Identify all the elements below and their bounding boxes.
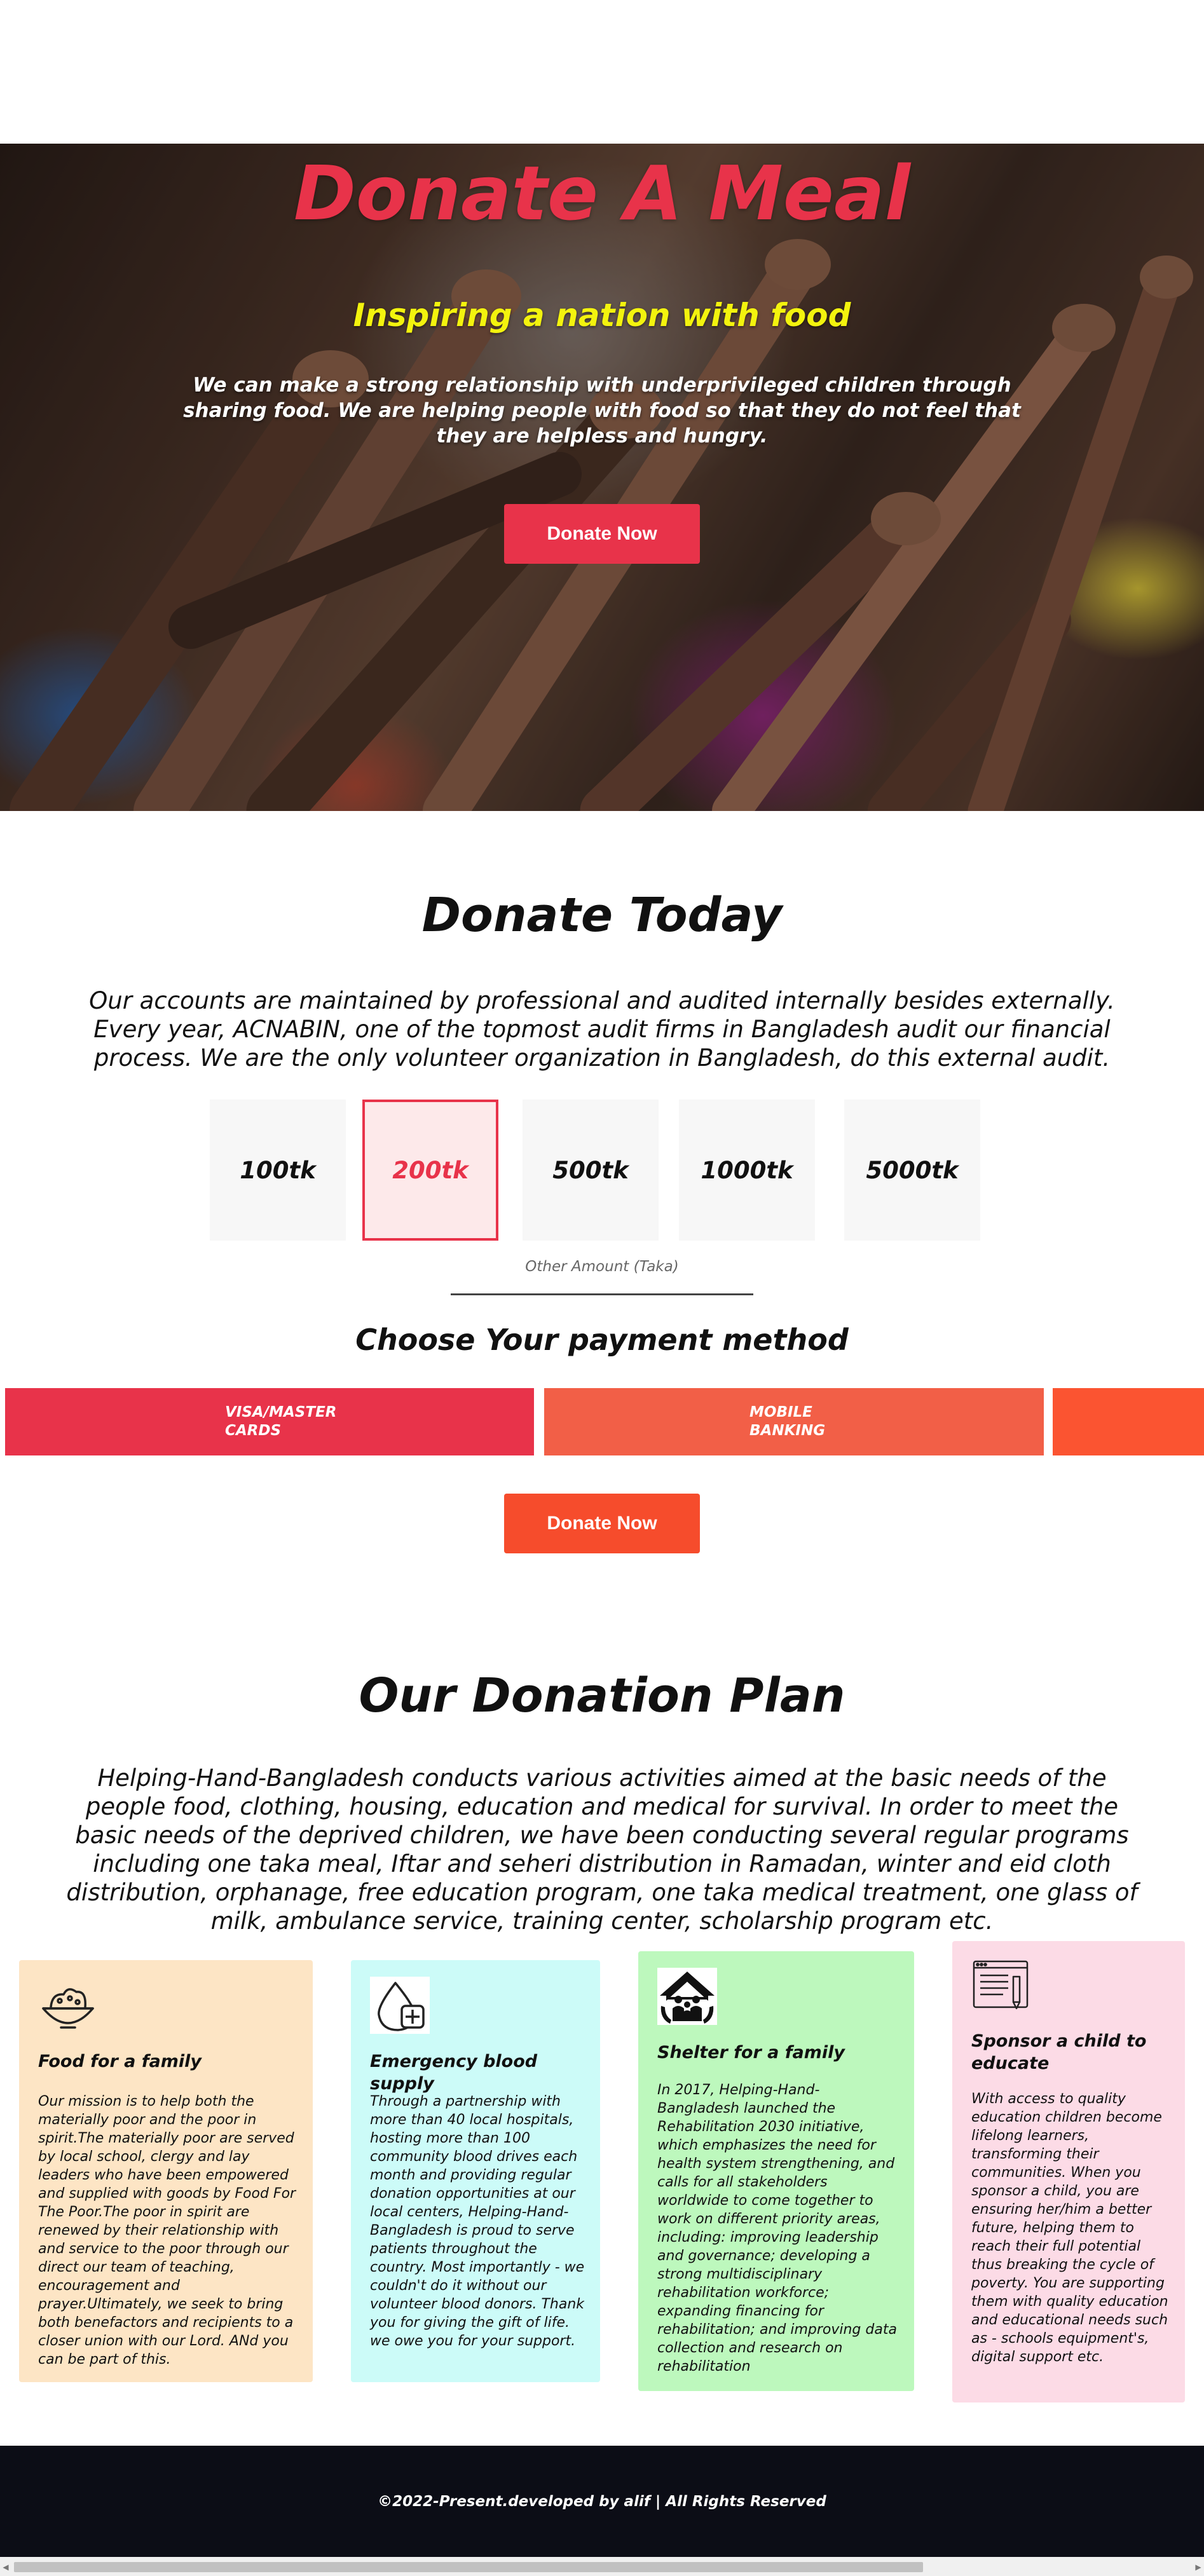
donate-today-text: Our accounts are maintained by professio… (89, 987, 1115, 1072)
scrollbar-thumb[interactable] (14, 2562, 923, 2572)
card-text: In 2017, Helping-Hand-Bangladesh launche… (657, 2082, 897, 2375)
amount-option-100[interactable]: 100tk (210, 1100, 346, 1241)
scroll-left-arrow-icon[interactable]: ◀ (1, 2562, 10, 2572)
card-sponsor-child: Sponsor a child to educate With access t… (952, 1941, 1185, 2402)
card-food-for-family: Food for a family Our mission is to help… (19, 1960, 313, 2382)
hero-title: Donate A Meal (293, 149, 911, 237)
card-text: With access to quality education childre… (971, 2091, 1168, 2365)
donate-today-title: Donate Today (421, 888, 783, 943)
hero-content: Donate A Meal Inspiring a nation with fo… (0, 144, 1204, 811)
card-title: Emergency blood supply (370, 2052, 538, 2094)
payment-visa-master-button[interactable]: VISA/MASTER CARDS (5, 1388, 534, 1455)
card-text: Through a partnership with more than 40 … (370, 2094, 585, 2349)
payment-method-more-button[interactable] (1053, 1388, 1204, 1455)
card-title: Sponsor a child to educate (971, 2031, 1147, 2073)
amount-option-500[interactable]: 500tk (523, 1100, 659, 1241)
card-title: Food for a family (38, 2052, 202, 2071)
donate-now-button[interactable]: Donate Now (504, 1494, 700, 1553)
shelter-house-icon (657, 1968, 717, 2025)
footer: ©2022-Present.developed by alif | All Ri… (0, 2446, 1204, 2557)
card-text: Our mission is to help both the material… (38, 2094, 296, 2368)
hero-donate-button[interactable]: Donate Now (504, 504, 700, 564)
card-shelter-family: Shelter for a family In 2017, Helping-Ha… (638, 1951, 914, 2391)
other-amount-underline (451, 1293, 753, 1295)
other-amount-input[interactable]: Other Amount (Taka) (451, 1258, 753, 1275)
scroll-right-arrow-icon[interactable]: ▶ (1194, 2562, 1203, 2572)
payment-mobile-banking-button[interactable]: MOBILE BANKING (544, 1388, 1044, 1455)
hero-description: We can make a strong relationship with u… (183, 374, 1021, 447)
hero-subtitle: Inspiring a nation with food (353, 297, 851, 334)
education-screen-icon (973, 1960, 1029, 2010)
blood-drop-icon (370, 1977, 430, 2034)
footer-copyright: ©2022-Present.developed by alif | All Ri… (378, 2493, 826, 2510)
amount-option-5000[interactable]: 5000tk (844, 1100, 980, 1241)
food-bowl-icon (42, 1988, 94, 2029)
amount-option-1000[interactable]: 1000tk (679, 1100, 815, 1241)
payment-method-title: Choose Your payment method (355, 1323, 849, 1357)
card-title: Shelter for a family (657, 2043, 845, 2062)
payment-mobile-banking-label: MOBILE BANKING (749, 1404, 826, 1439)
donation-plan-title: Our Donation Plan (359, 1668, 845, 1723)
amount-option-200[interactable]: 200tk (362, 1100, 498, 1241)
card-emergency-blood: Emergency blood supply Through a partner… (351, 1960, 600, 2382)
payment-visa-master-label: VISA/MASTER CARDS (225, 1404, 337, 1439)
donation-plan-text: Helping-Hand-Bangladesh conducts various… (66, 1764, 1138, 1935)
hero-section: Donate A Meal Inspiring a nation with fo… (0, 144, 1204, 811)
horizontal-scrollbar[interactable]: ◀ ▶ (0, 2557, 1204, 2576)
